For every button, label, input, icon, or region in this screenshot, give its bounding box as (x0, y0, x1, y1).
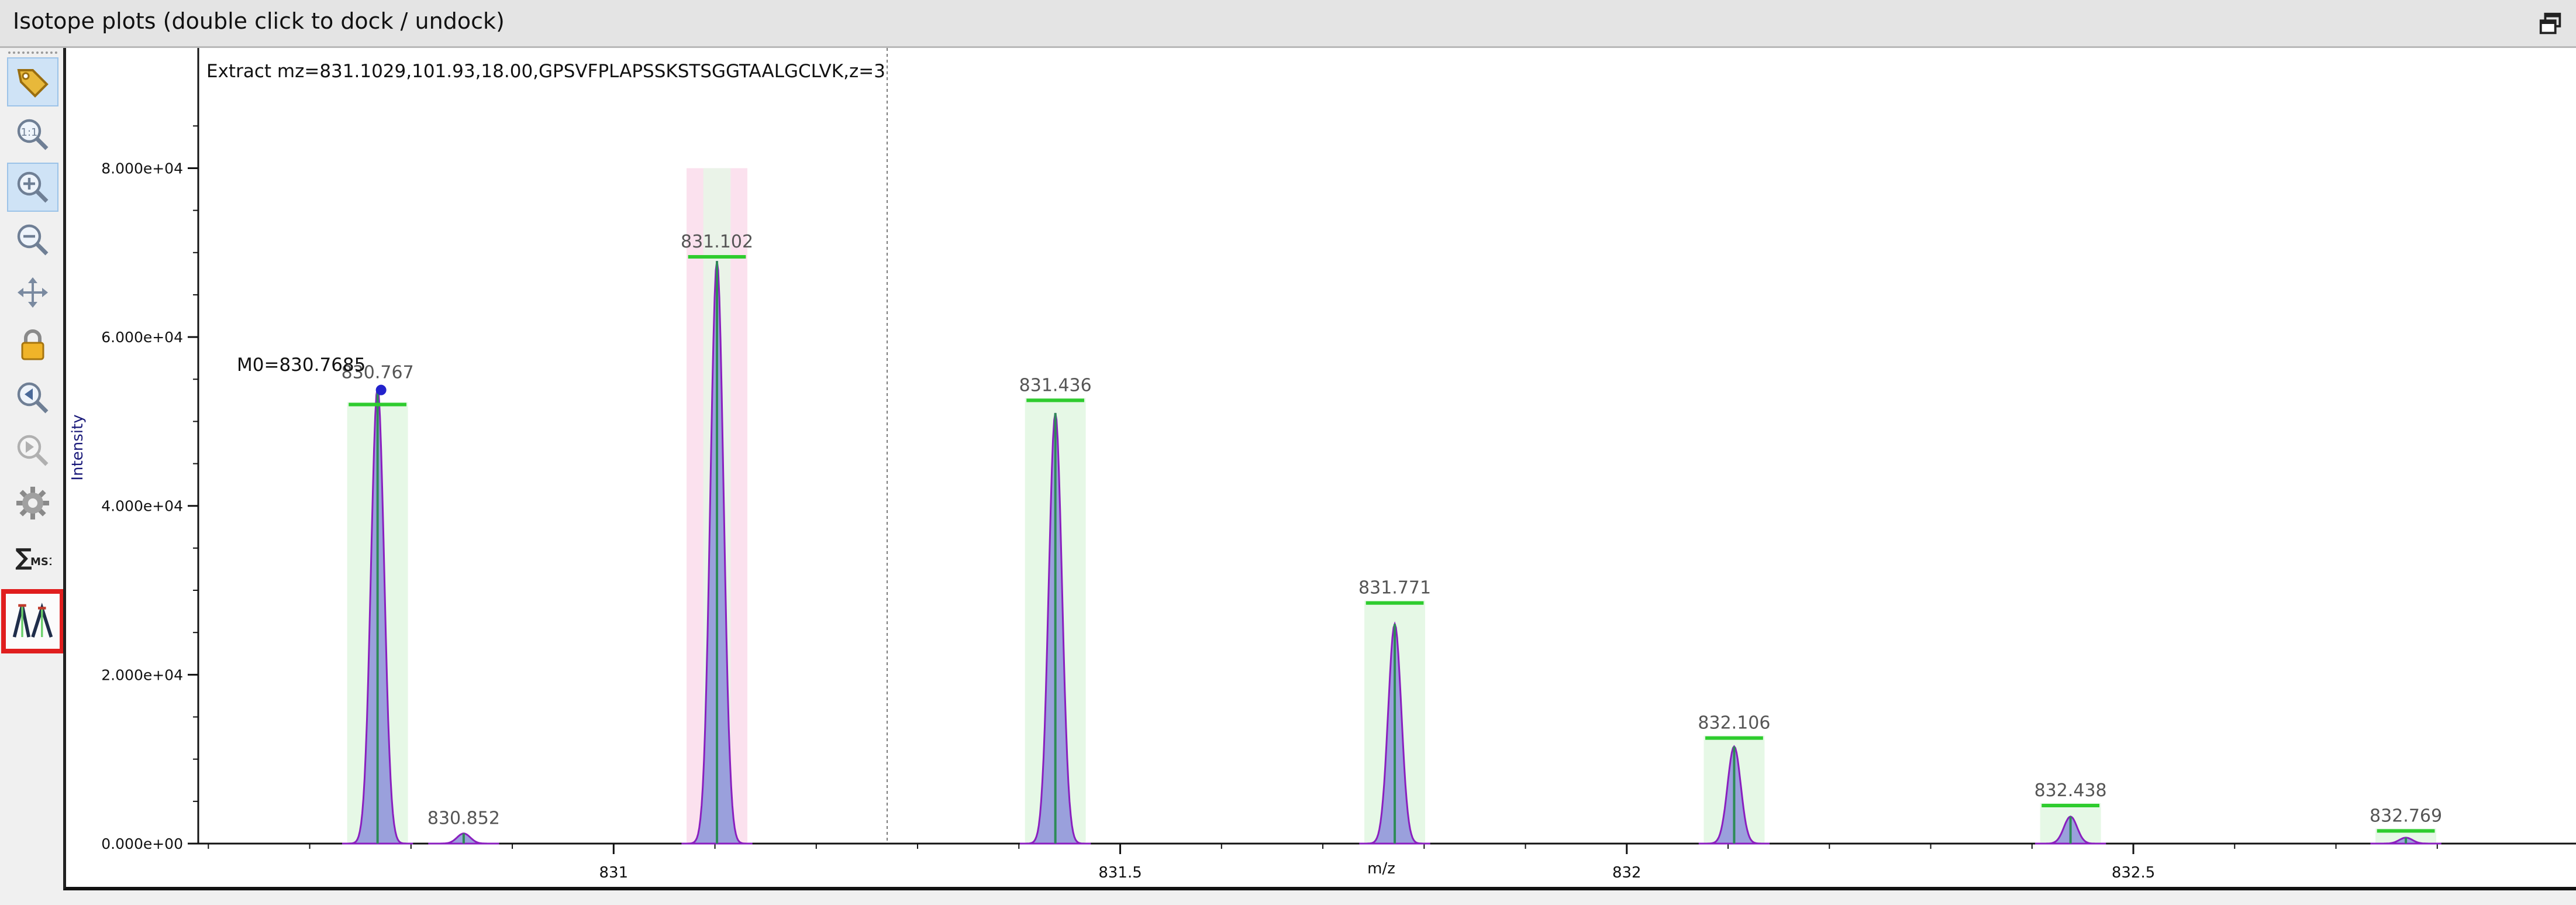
restore-window-icon[interactable] (2537, 11, 2564, 37)
sum-ms1-icon: ∑ MS1 (15, 544, 51, 571)
window-title: Isotope plots (double click to dock / un… (13, 8, 505, 34)
peak-mz-label: 831.771 (1358, 578, 1431, 598)
peak-layer (342, 168, 2441, 845)
extract-label: Extract mz=831.1029,101.93,18.00,GPSVFPL… (206, 61, 885, 82)
plot-area[interactable]: 0.000e+00 2.000e+04 4.000e+04 6.000e+04 8.00… (63, 48, 2576, 890)
zoom-previous-button[interactable] (7, 373, 58, 422)
toolbar-grip[interactable] (8, 51, 57, 54)
gear-icon (16, 487, 49, 519)
isotope-peaks-icon (12, 603, 53, 638)
status-strip (0, 890, 2576, 905)
peak-mz-label: 830.852 (427, 808, 500, 829)
zoom-in-icon (17, 171, 49, 203)
zoom-in-button[interactable] (7, 163, 58, 212)
peak-mz-label: 831.102 (681, 232, 753, 252)
axis-layer: 0.000e+00 2.000e+04 4.000e+04 6.000e+04 8.00… (101, 48, 2576, 882)
peak-mz-label: 831.436 (1019, 375, 1092, 395)
lock-icon (21, 329, 44, 360)
y-tick-label: 8.000e+04 (101, 160, 183, 177)
sum-ms1-label: MS1 (30, 556, 51, 568)
zoom-out-button[interactable] (7, 215, 58, 264)
isotope-chart[interactable]: 0.000e+00 2.000e+04 4.000e+04 6.000e+04 8.00… (66, 48, 2576, 887)
settings-button[interactable] (7, 479, 58, 528)
y-tick-label: 2.000e+04 (101, 666, 183, 683)
peak-mz-label: 832.438 (2034, 780, 2107, 801)
zoom-next-icon (17, 435, 49, 466)
zoom-next-button[interactable] (7, 426, 58, 475)
x-tick-label: 831 (599, 864, 628, 882)
y-tick-label: 4.000e+04 (101, 498, 183, 515)
pan-icon (18, 277, 48, 308)
svg-text:∑: ∑ (15, 544, 32, 571)
lock-button[interactable] (7, 321, 58, 370)
y-tick-label: 0.000e+00 (101, 835, 183, 852)
svg-text:1:1: 1:1 (21, 126, 38, 139)
peak-mz-label: 832.769 (2370, 806, 2442, 826)
tag-icon (17, 69, 49, 98)
zoom-out-icon (17, 224, 49, 256)
m0-marker (375, 384, 387, 395)
pan-button[interactable] (7, 268, 58, 317)
y-tick-label: 6.000e+04 (101, 329, 183, 346)
tag-button[interactable] (7, 57, 58, 106)
x-tick-label: 832 (1612, 864, 1642, 882)
peak-mz-label: 832.106 (1698, 713, 1770, 734)
x-axis-label: m/z (1367, 860, 1395, 878)
zoom-reset-button[interactable]: 1:1 (7, 110, 58, 159)
x-tick-label: 832.5 (2112, 864, 2155, 882)
y-axis-label: Intensity (69, 414, 87, 480)
m0-label: M0=830.7685 (237, 355, 365, 376)
isotope-peaks-button[interactable] (1, 589, 64, 653)
sum-ms1-button[interactable]: ∑ MS1 (7, 531, 58, 580)
window-title-bar[interactable]: Isotope plots (double click to dock / un… (0, 0, 2576, 48)
x-tick-label: 831.5 (1098, 864, 1142, 882)
zoom-reset-icon: 1:1 (17, 119, 49, 150)
plot-toolbar: 1:1 ∑ MS (0, 48, 65, 905)
zoom-previous-icon (17, 382, 49, 414)
